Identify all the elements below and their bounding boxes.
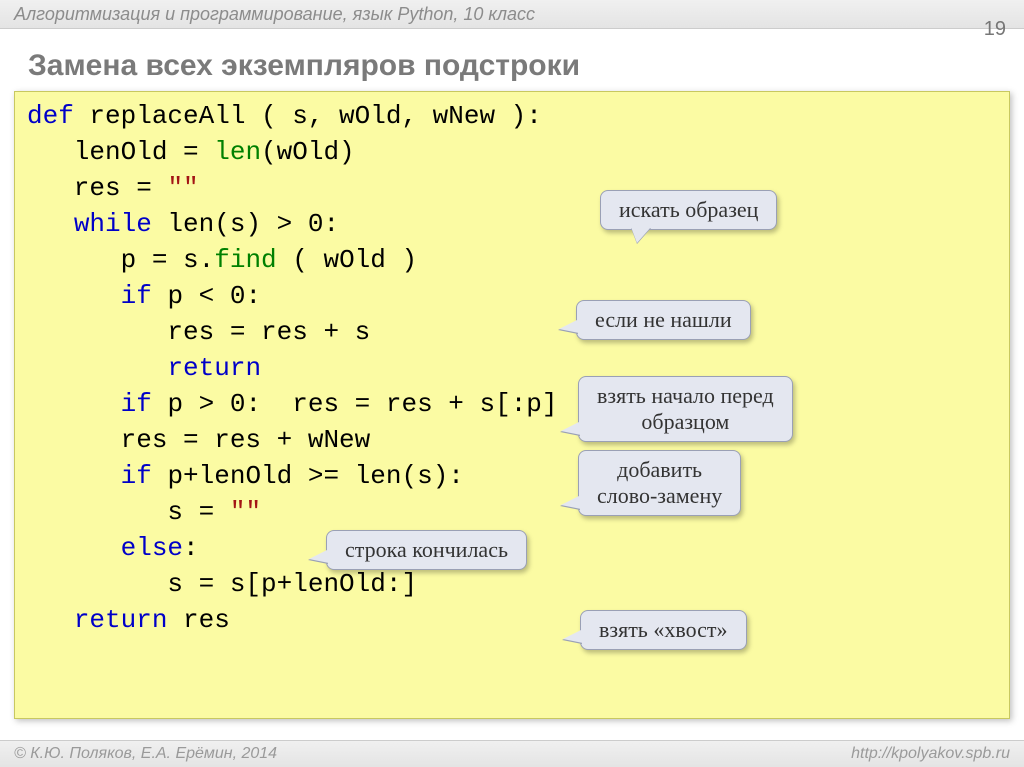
callout-string-ended: строка кончилась <box>326 530 527 570</box>
footer-bar: © К.Ю. Поляков, Е.А. Ерёмин, 2014 http:/… <box>0 740 1024 767</box>
callout-tail <box>559 319 579 333</box>
slide-title: Замена всех экземпляров подстроки <box>28 49 1024 83</box>
footer-left: © К.Ю. Поляков, Е.А. Ерёмин, 2014 <box>14 741 277 767</box>
callout-tail <box>309 549 329 563</box>
callout-add-replace: добавить слово-замену <box>578 450 741 516</box>
callout-not-found: если не нашли <box>576 300 751 340</box>
callout-tail <box>563 629 583 643</box>
callout-tail <box>631 227 651 243</box>
header-text: Алгоритмизация и программирование, язык … <box>14 4 535 24</box>
callout-take-tail: взять «хвост» <box>580 610 747 650</box>
callout-take-start: взять начало перед образцом <box>578 376 793 442</box>
kw-def: def <box>27 101 74 131</box>
page-number: 19 <box>984 18 1006 41</box>
header-bar: Алгоритмизация и программирование, язык … <box>0 0 1024 29</box>
footer-right: http://kpolyakov.spb.ru <box>851 741 1010 767</box>
callout-tail <box>561 421 581 435</box>
code-box: def replaceAll ( s, wOld, wNew ): lenOld… <box>14 91 1010 719</box>
callout-search-pattern: искать образец <box>600 190 777 230</box>
callout-tail <box>561 495 581 509</box>
